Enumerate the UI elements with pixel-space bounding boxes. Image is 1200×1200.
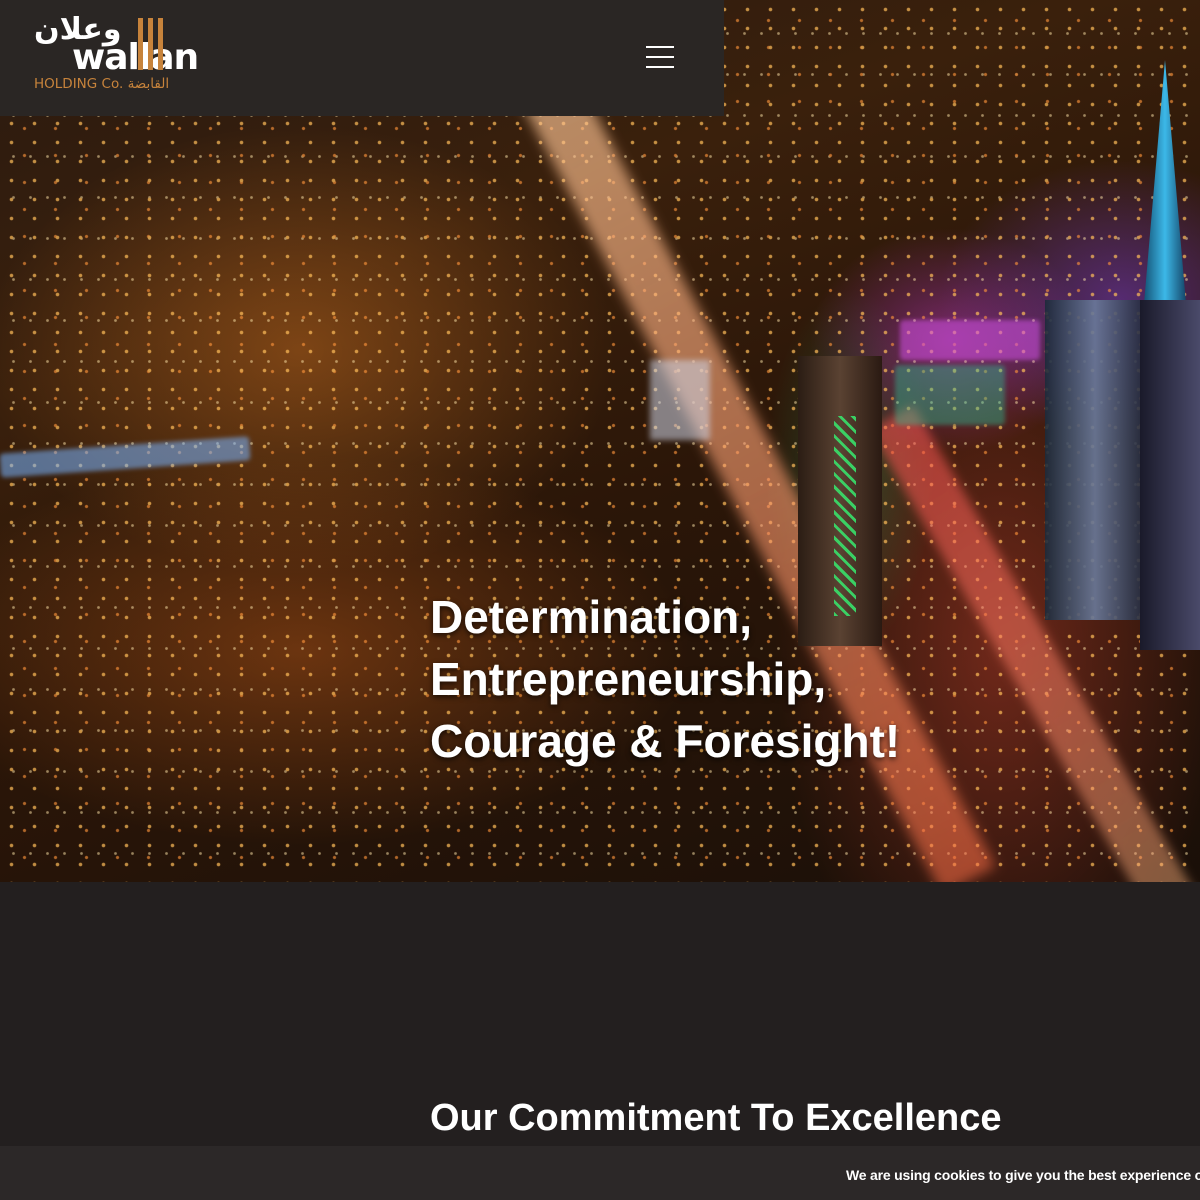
hero-line-1: Determination, [430,591,753,643]
hero-line-3: Courage & Foresight! [430,715,901,767]
cookie-consent-bar: We are using cookies to give you the bes… [0,1146,1200,1200]
hero-headline: Determination, Entrepreneurship, Courage… [430,586,900,772]
dark-tower [1140,300,1200,650]
teal-lit-building [895,365,1005,425]
hero-line-2: Entrepreneurship, [430,653,827,705]
site-header: وعلان wallan HOLDING Co. القابضة [0,0,724,116]
commitment-title: Our Commitment To Excellence [430,1097,1002,1139]
logo-subtitle: HOLDING Co. القابضة [34,76,170,92]
white-building [650,360,710,440]
hero-banner: Determination, Entrepreneurship, Courage… [0,0,1200,882]
purple-lit-building [900,320,1040,360]
hamburger-menu-icon[interactable] [644,44,676,70]
cookie-message: We are using cookies to give you the bes… [846,1167,1200,1183]
glass-tower [1045,300,1145,620]
wallan-logo[interactable]: وعلان wallan HOLDING Co. القابضة [34,12,199,96]
logo-latin-text: wallan [72,37,199,78]
logo-bars-mark [138,18,166,70]
